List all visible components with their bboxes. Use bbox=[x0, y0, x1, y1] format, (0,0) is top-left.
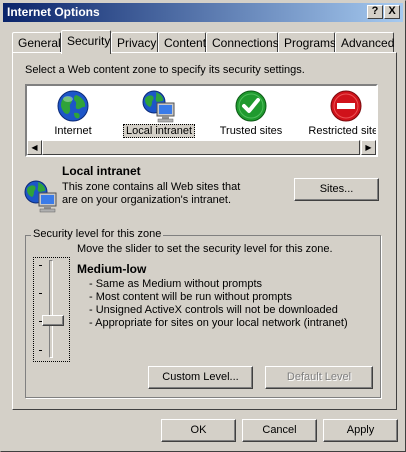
title-bar[interactable]: Internet Options ? X bbox=[3, 3, 403, 22]
level-bullet: - Most content will be run without promp… bbox=[89, 291, 292, 303]
cancel-button[interactable]: Cancel bbox=[242, 419, 317, 442]
zone-list-scrollbar[interactable]: ◀ ▶ bbox=[27, 140, 376, 155]
zone-label-trusted-sites: Trusted sites bbox=[219, 125, 283, 137]
default-level-button: Default Level bbox=[265, 366, 373, 389]
zone-label-restricted-sites: Restricted sites bbox=[308, 125, 378, 137]
tab-connections[interactable]: Connections bbox=[206, 32, 279, 52]
tab-general[interactable]: General bbox=[12, 32, 61, 52]
sites-button[interactable]: Sites... bbox=[294, 178, 379, 201]
zone-description-line1: This zone contains all Web sites that bbox=[62, 181, 241, 193]
security-level-legend: Security level for this zone bbox=[31, 228, 164, 240]
tab-security[interactable]: Security bbox=[61, 30, 111, 54]
internet-options-dialog: Internet Options ? X General Security Pr… bbox=[0, 0, 406, 452]
apply-button[interactable]: Apply bbox=[323, 419, 398, 442]
zone-local-intranet[interactable]: Local intranet bbox=[113, 86, 205, 140]
slider-tick bbox=[39, 265, 42, 266]
slider-channel bbox=[49, 260, 53, 358]
zone-description-line2: are on your organization's intranet. bbox=[62, 194, 232, 206]
scroll-right-arrow-icon[interactable]: ▶ bbox=[361, 140, 376, 155]
level-bullet: - Same as Medium without prompts bbox=[89, 278, 263, 290]
slider-tick bbox=[39, 350, 42, 351]
local-intranet-large-icon bbox=[24, 180, 57, 213]
level-bullet: - Appropriate for sites on your local ne… bbox=[89, 317, 348, 329]
zone-internet[interactable]: Internet bbox=[27, 86, 119, 140]
help-button[interactable]: ? bbox=[367, 5, 383, 19]
trusted-sites-icon bbox=[235, 90, 267, 122]
window-title: Internet Options bbox=[7, 5, 100, 19]
level-bullet: - Unsigned ActiveX controls will not be … bbox=[89, 304, 338, 316]
zone-label-internet: Internet bbox=[54, 125, 92, 137]
selected-zone-name: Local intranet bbox=[62, 164, 141, 178]
zone-restricted-sites[interactable]: Restricted sites bbox=[300, 86, 378, 140]
scroll-thumb[interactable] bbox=[42, 140, 360, 155]
restricted-sites-icon bbox=[330, 90, 362, 122]
slider-tick bbox=[39, 293, 42, 294]
zone-list[interactable]: Internet Local intranet Trusted sites Re… bbox=[25, 84, 378, 157]
tab-programs[interactable]: Programs bbox=[278, 32, 336, 52]
globe-icon bbox=[57, 90, 89, 122]
close-button[interactable]: X bbox=[384, 5, 400, 19]
scroll-left-arrow-icon[interactable]: ◀ bbox=[27, 140, 42, 155]
ok-button[interactable]: OK bbox=[161, 419, 236, 442]
tab-advanced[interactable]: Advanced bbox=[335, 32, 394, 52]
custom-level-button[interactable]: Custom Level... bbox=[148, 366, 253, 389]
slider-instruction: Move the slider to set the security leve… bbox=[77, 243, 333, 255]
zone-trusted-sites[interactable]: Trusted sites bbox=[205, 86, 297, 140]
security-level-name: Medium-low bbox=[77, 262, 147, 276]
zone-instruction: Select a Web content zone to specify its… bbox=[25, 64, 305, 76]
tab-privacy[interactable]: Privacy bbox=[111, 32, 158, 52]
zone-label-local-intranet: Local intranet bbox=[122, 124, 196, 138]
local-intranet-icon bbox=[142, 90, 175, 123]
tab-content[interactable]: Content bbox=[158, 32, 206, 52]
slider-thumb[interactable] bbox=[42, 315, 64, 326]
